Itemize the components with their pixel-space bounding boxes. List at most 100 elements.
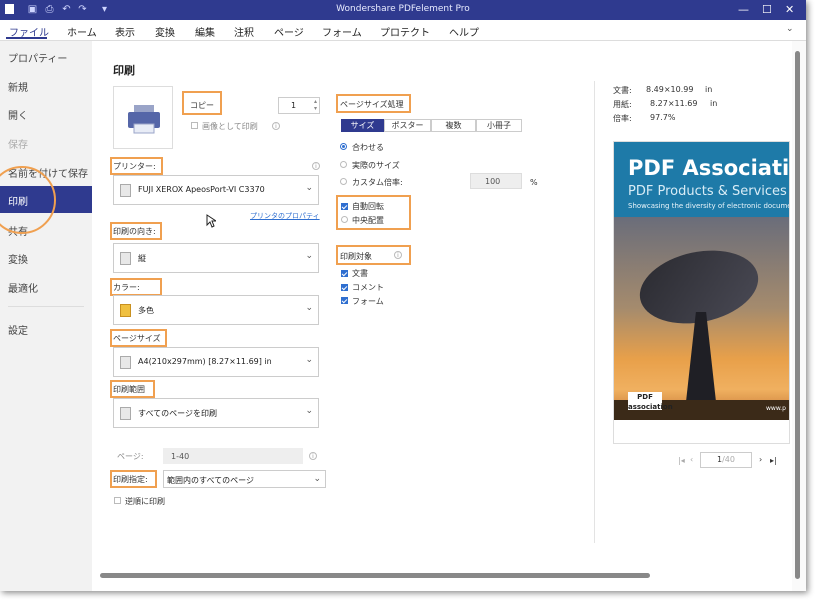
vertical-scrollbar[interactable] [792, 41, 806, 591]
spec-label: 印刷指定: [113, 475, 148, 484]
autorotate-label: 自動回転 [352, 202, 384, 211]
custom-scale-input[interactable]: 100 [470, 173, 522, 189]
printer-select[interactable]: FUJI XEROX ApeosPort-VI C3370 ⌄ [113, 175, 319, 205]
horizontal-scrollbar[interactable] [100, 573, 650, 578]
color-label: カラー: [113, 283, 140, 292]
info-icon[interactable]: i [312, 162, 320, 170]
close-icon[interactable]: ✕ [785, 3, 794, 16]
menu-form[interactable]: フォーム [322, 24, 362, 39]
tab-multiple[interactable]: 複数 [431, 119, 476, 132]
maximize-icon[interactable]: ☐ [762, 3, 772, 16]
stepper-up-icon[interactable]: ▴ [314, 98, 317, 105]
center-radio[interactable] [341, 216, 348, 223]
fit-radio[interactable] [340, 143, 347, 150]
chevron-down-icon: ⌄ [305, 251, 313, 261]
actual-size-radio[interactable] [340, 161, 347, 168]
cover-note: Showcasing the diversity of electronic d… [628, 202, 789, 210]
reverse-label: 逆順に印刷 [125, 497, 165, 506]
menu-help[interactable]: ヘルプ [449, 24, 479, 39]
target-document-checkbox[interactable] [341, 270, 348, 277]
ribbon-collapse-icon[interactable]: ⌄ [786, 24, 794, 34]
page-title: 印刷 [113, 64, 135, 77]
scale-label: 倍率: [613, 114, 632, 123]
pagesize-select[interactable]: A4(210x297mm) [8.27×11.69] in ⌄ [113, 347, 319, 377]
print-preview: PDF Associatio PDF Products & Services 2… [613, 141, 790, 444]
tab-poster[interactable]: ポスター [384, 119, 431, 132]
menu-bar: ファイル ホーム 表示 変換 編集 注釈 ページ フォーム プロテクト ヘルプ … [0, 20, 806, 41]
portrait-icon [120, 252, 131, 265]
paper-size-label: 用紙: [613, 100, 632, 109]
menu-home[interactable]: ホーム [67, 24, 97, 39]
sidebar-divider [8, 306, 84, 307]
window-title: Wondershare PDFelement Pro [336, 4, 470, 14]
center-label: 中央配置 [352, 216, 384, 225]
chevron-down-icon: ⌄ [305, 183, 313, 193]
menu-active-underline [6, 37, 47, 39]
info-icon[interactable]: i [309, 452, 317, 460]
prev-page-icon[interactable]: ‹ [690, 455, 693, 464]
fit-label: 合わせる [352, 143, 384, 152]
last-page-icon[interactable]: ▸| [770, 456, 777, 465]
sidebar-item-optimize[interactable]: 最適化 [8, 280, 38, 295]
menu-protect[interactable]: プロテクト [380, 24, 430, 39]
page-total: /40 [722, 455, 735, 464]
menu-view[interactable]: 表示 [115, 24, 135, 39]
tab-size[interactable]: サイズ [341, 119, 384, 132]
printer-label: プリンター: [113, 162, 156, 171]
cover-subtitle: PDF Products & Services 2 [628, 184, 790, 199]
sidebar-item-settings[interactable]: 設定 [8, 322, 28, 337]
color-select[interactable]: 多色 ⌄ [113, 295, 319, 325]
menu-comment[interactable]: 注釈 [234, 24, 254, 39]
minimize-icon[interactable]: — [738, 3, 749, 16]
sidebar-item-open[interactable]: 開く [8, 107, 28, 122]
print-as-image-checkbox[interactable] [191, 122, 198, 129]
first-page-icon[interactable]: |◂ [678, 456, 685, 465]
range-select[interactable]: すべてのページを印刷 ⌄ [113, 398, 319, 428]
title-bar: ▣ ⎙ ↶ ↷ ▾ Wondershare PDFelement Pro — ☐… [0, 0, 806, 20]
chevron-down-icon: ⌄ [305, 303, 313, 313]
tab-booklet[interactable]: 小冊子 [476, 119, 522, 132]
pagesize-label: ページサイズ [113, 334, 161, 343]
pages-icon [120, 407, 131, 420]
menu-page[interactable]: ページ [274, 24, 304, 39]
scale-value: 97.7% [650, 113, 676, 122]
autorotate-checkbox[interactable] [341, 203, 348, 210]
printer-properties-link[interactable]: プリンタのプロパティ [250, 211, 320, 221]
target-label: 印刷対象 [340, 252, 372, 261]
target-document-label: 文書 [352, 269, 368, 278]
menu-convert[interactable]: 変換 [155, 24, 175, 39]
custom-scale-value: 100 [485, 177, 501, 186]
custom-scale-radio[interactable] [340, 178, 347, 185]
page-navigator[interactable]: 1/40 [700, 452, 752, 468]
sidebar-item-properties[interactable]: プロパティー [8, 50, 67, 65]
pages-input[interactable]: 1-40 [163, 448, 303, 464]
target-comment-checkbox[interactable] [341, 284, 348, 291]
sidebar-item-convert[interactable]: 変換 [8, 251, 28, 266]
cover-url: www.p [766, 405, 786, 412]
preview-page-image: PDF Associatio PDF Products & Services 2… [614, 142, 790, 420]
orientation-select[interactable]: 縦 ⌄ [113, 243, 319, 273]
info-icon[interactable]: i [272, 122, 280, 130]
reverse-checkbox[interactable] [114, 497, 121, 504]
target-form-checkbox[interactable] [341, 297, 348, 304]
color-icon [120, 304, 131, 317]
sidebar-item-save[interactable]: 保存 [8, 136, 28, 151]
range-label: 印刷範囲 [113, 385, 145, 394]
info-icon[interactable]: i [394, 251, 402, 259]
page-icon [120, 356, 131, 369]
copies-stepper[interactable]: 1 ▴ ▾ [278, 97, 320, 114]
vertical-scroll-thumb[interactable] [795, 51, 800, 579]
next-page-icon[interactable]: › [759, 455, 762, 464]
spec-value: 範囲内のすべてのページ [167, 476, 254, 485]
menu-edit[interactable]: 編集 [195, 24, 215, 39]
app-window: ▣ ⎙ ↶ ↷ ▾ Wondershare PDFelement Pro — ☐… [0, 0, 806, 591]
paper-size-unit: in [710, 99, 718, 108]
spec-select[interactable]: 範囲内のすべてのページ ⌄ [163, 470, 326, 488]
sidebar-item-new[interactable]: 新規 [8, 79, 28, 94]
chevron-down-icon: ⌄ [305, 355, 313, 365]
custom-scale-label: カスタム倍率: [352, 178, 403, 187]
stepper-down-icon[interactable]: ▾ [314, 105, 317, 112]
chevron-down-icon: ⌄ [313, 474, 321, 484]
percent-label: % [530, 178, 538, 187]
printer-value: FUJI XEROX ApeosPort-VI C3370 [138, 185, 265, 194]
